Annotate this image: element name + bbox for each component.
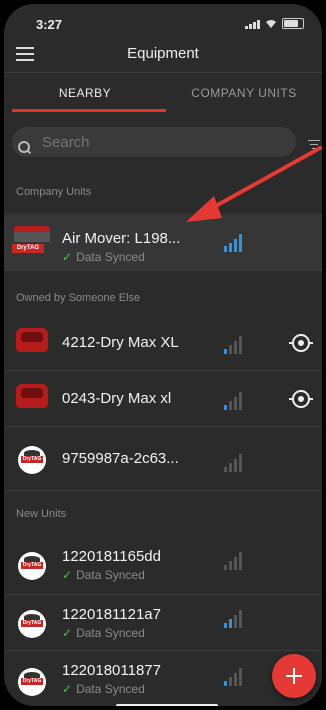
section-header-owned-else: Owned by Someone Else	[16, 292, 141, 304]
locate-icon[interactable]	[289, 390, 313, 408]
air-mover-thumbnail: DryTAG	[10, 226, 54, 260]
drytag-logo-icon: DryTAG	[18, 552, 46, 580]
list-item-1220181121a7[interactable]: DryTAG 1220181121a7 ✓ Data Synced	[4, 594, 322, 651]
dehumidifier-thumbnail	[16, 328, 48, 352]
section-header-company-units: Company Units	[16, 186, 92, 198]
battery-icon	[282, 18, 304, 29]
unit-name: Air Mover: L198...	[62, 230, 181, 247]
wifi-icon	[265, 19, 277, 29]
check-icon: ✓	[62, 682, 73, 696]
app-header: Equipment	[4, 34, 322, 73]
unit-name: 122018011877	[62, 662, 161, 679]
sync-status: ✓ Data Synced	[62, 682, 145, 696]
check-icon: ✓	[62, 250, 73, 264]
drytag-logo-icon: DryTAG	[18, 446, 46, 474]
status-icons	[245, 18, 304, 29]
signal-strength-icon	[224, 452, 248, 472]
check-icon: ✓	[62, 568, 73, 582]
search-row	[4, 122, 322, 162]
drytag-logo-icon: DryTAG	[18, 668, 46, 696]
search-icon	[18, 141, 30, 153]
active-tab-indicator	[12, 109, 166, 112]
unit-name: 1220181165dd	[62, 548, 161, 565]
search-input[interactable]	[40, 127, 284, 159]
unit-name: 0243-Dry Max xl	[62, 390, 172, 407]
list-item-air-mover[interactable]: DryTAG Air Mover: L198... ✓ Data Synced	[4, 214, 322, 271]
unit-name: 1220181121a7	[62, 606, 161, 623]
signal-strength-icon	[224, 232, 248, 252]
list-item-9759987a[interactable]: DryTAG 9759987a-2c63...	[4, 430, 322, 491]
signal-strength-icon	[224, 550, 248, 570]
add-unit-button[interactable]	[272, 654, 316, 698]
status-time: 3:27	[36, 17, 63, 32]
filter-icon[interactable]	[308, 140, 320, 152]
drytag-logo-icon: DryTAG	[18, 610, 46, 638]
drytag-label: DryTAG	[12, 244, 44, 253]
sync-status: ✓ Data Synced	[62, 626, 145, 640]
sync-status: ✓ Data Synced	[62, 250, 145, 264]
signal-strength-icon	[224, 334, 248, 354]
list-item-1220181165dd[interactable]: DryTAG 1220181165dd ✓ Data Synced	[4, 534, 322, 595]
list-item-0243[interactable]: 0243-Dry Max xl	[4, 372, 322, 427]
cellular-signal-icon	[245, 20, 260, 29]
status-bar: 3:27	[4, 4, 322, 34]
section-header-new-units: New Units	[16, 508, 67, 520]
unit-name: 4212-Dry Max XL	[62, 334, 179, 351]
check-icon: ✓	[62, 626, 73, 640]
search-box[interactable]	[12, 127, 296, 159]
unit-name: 9759987a-2c63...	[62, 450, 179, 467]
tab-bar: NEARBY COMPANY UNITS	[4, 72, 322, 114]
list-item-4212[interactable]: 4212-Dry Max XL	[4, 316, 322, 371]
locate-icon[interactable]	[289, 334, 313, 352]
tab-company-units[interactable]: COMPANY UNITS	[166, 72, 322, 114]
dehumidifier-thumbnail	[16, 384, 48, 408]
app-screen: 3:27 Equipment NEARBY COMPANY UNITS Sear…	[4, 4, 322, 706]
home-indicator	[116, 704, 218, 706]
sync-status: ✓ Data Synced	[62, 568, 145, 582]
page-title: Equipment	[127, 45, 199, 62]
signal-strength-icon	[224, 608, 248, 628]
signal-strength-icon	[224, 390, 248, 410]
tab-nearby[interactable]: NEARBY	[4, 72, 166, 114]
signal-strength-icon	[224, 666, 248, 686]
